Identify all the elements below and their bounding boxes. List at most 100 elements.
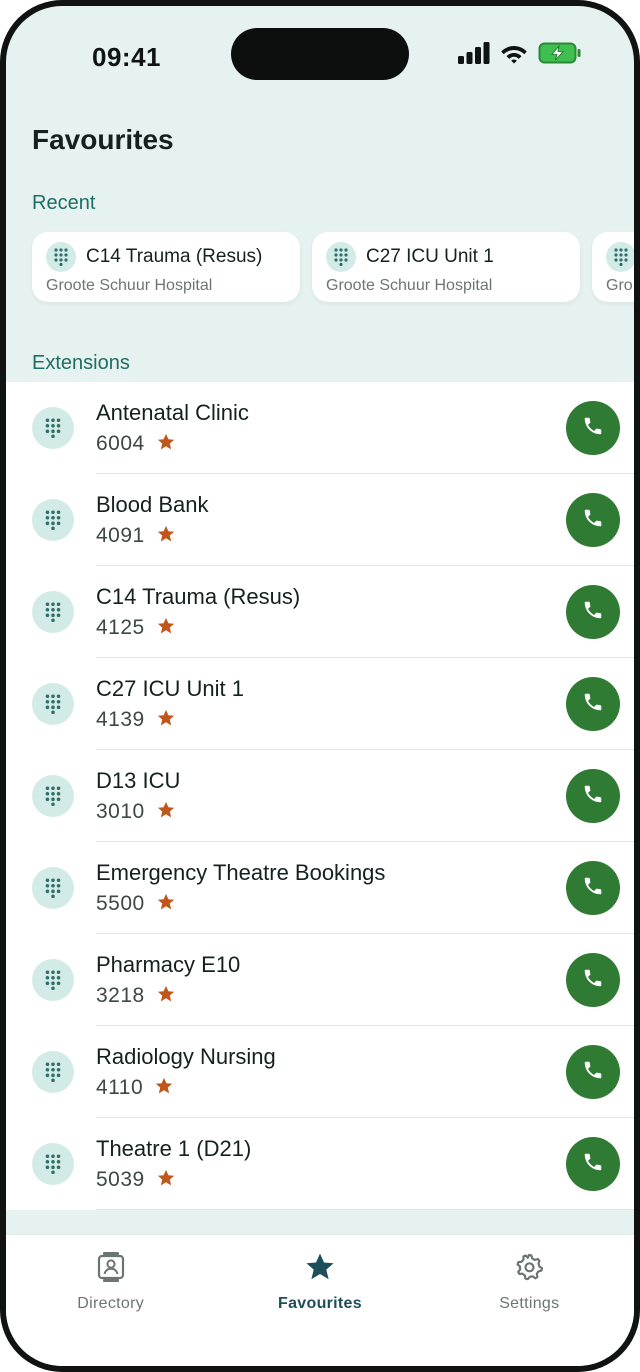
- dialpad-icon: [32, 683, 74, 725]
- phone-icon: [582, 599, 604, 626]
- extension-number-row: 4139: [96, 708, 175, 732]
- call-button[interactable]: [566, 1045, 620, 1099]
- star-icon[interactable]: [157, 525, 175, 548]
- extension-row[interactable]: Antenatal Clinic 6004: [6, 382, 634, 474]
- extension-number: 3010: [96, 800, 145, 823]
- tab-label: Favourites: [278, 1295, 362, 1312]
- call-button[interactable]: [566, 585, 620, 639]
- extension-number-row: 5500: [96, 892, 175, 916]
- extension-number-row: 3218: [96, 984, 175, 1008]
- tab-label: Settings: [499, 1295, 560, 1312]
- recent-chip-name: C14 Trauma (Resus): [86, 246, 263, 267]
- phone-icon: [582, 1151, 604, 1178]
- star-icon[interactable]: [157, 985, 175, 1008]
- star-icon[interactable]: [155, 1077, 173, 1100]
- dialpad-icon: [32, 1143, 74, 1185]
- star-icon: [306, 1253, 334, 1280]
- star-icon[interactable]: [157, 433, 175, 456]
- call-button[interactable]: [566, 493, 620, 547]
- extension-row[interactable]: C27 ICU Unit 1 4139: [6, 658, 634, 750]
- extensions-list: Antenatal Clinic 6004 Blood Bank 4091 C14 Tr…: [6, 382, 634, 1210]
- tab-directory[interactable]: Directory: [6, 1235, 215, 1366]
- gear-icon: [516, 1253, 544, 1281]
- extension-number-row: 6004: [96, 432, 175, 456]
- dialpad-icon: [32, 959, 74, 1001]
- phone-icon: [582, 1059, 604, 1086]
- extension-row[interactable]: Blood Bank 4091: [6, 474, 634, 566]
- extension-name: D13 ICU: [96, 768, 181, 793]
- recent-chip[interactable]: C27 ICU Unit 1 Groote Schuur Hospital: [312, 232, 580, 302]
- call-button[interactable]: [566, 769, 620, 823]
- extension-number: 5039: [96, 1168, 145, 1191]
- extension-name: Emergency Theatre Bookings: [96, 860, 386, 885]
- recent-chip[interactable]: C14 Trauma (Resus) Groote Schuur Hospita…: [32, 232, 300, 302]
- phone-icon: [582, 507, 604, 534]
- recent-chip-hospital: Gro: [606, 277, 633, 294]
- extension-number: 6004: [96, 432, 145, 455]
- extension-number-row: 4091: [96, 524, 175, 548]
- extension-name: C14 Trauma (Resus): [96, 584, 301, 609]
- extension-number: 4091: [96, 524, 145, 547]
- recent-chip[interactable]: Gro: [592, 232, 634, 302]
- dialpad-icon: [32, 499, 74, 541]
- extension-number-row: 5039: [96, 1168, 175, 1192]
- recent-list: C14 Trauma (Resus) Groote Schuur Hospita…: [32, 232, 634, 302]
- extension-row[interactable]: Emergency Theatre Bookings 5500: [6, 842, 634, 934]
- dialpad-icon: [326, 242, 356, 272]
- extension-number: 4139: [96, 708, 145, 731]
- extension-number: 5500: [96, 892, 145, 915]
- status-time: 09:41: [92, 42, 161, 72]
- call-button[interactable]: [566, 677, 620, 731]
- screen: 09:41 Favourites Recent C14 Trauma (Resu…: [6, 6, 634, 1366]
- extension-number: 4110: [96, 1076, 144, 1099]
- contact-card-icon: [97, 1252, 124, 1282]
- call-button[interactable]: [566, 401, 620, 455]
- dynamic-island: [231, 28, 409, 80]
- extension-name: Blood Bank: [96, 492, 209, 517]
- status-icons: [458, 42, 582, 64]
- extension-row[interactable]: D13 ICU 3010: [6, 750, 634, 842]
- battery-icon: [538, 42, 581, 64]
- tab-favourites[interactable]: Favourites: [215, 1235, 424, 1366]
- dialpad-icon: [606, 242, 634, 272]
- dialpad-icon: [32, 1051, 74, 1093]
- star-icon[interactable]: [157, 801, 175, 824]
- call-button[interactable]: [566, 953, 620, 1007]
- dialpad-icon: [32, 775, 74, 817]
- tab-settings[interactable]: Settings: [425, 1235, 634, 1366]
- extension-name: C27 ICU Unit 1: [96, 676, 244, 701]
- signal-icon: [458, 42, 490, 64]
- star-icon[interactable]: [157, 1169, 175, 1192]
- star-icon[interactable]: [157, 893, 175, 916]
- extension-name: Radiology Nursing: [96, 1044, 276, 1069]
- dialpad-icon: [32, 407, 74, 449]
- extension-row[interactable]: C14 Trauma (Resus) 4125: [6, 566, 634, 658]
- star-icon[interactable]: [157, 709, 175, 732]
- extension-number-row: 3010: [96, 800, 175, 824]
- call-button[interactable]: [566, 1137, 620, 1191]
- device-frame: 09:41 Favourites Recent C14 Trauma (Resu…: [0, 0, 640, 1372]
- page-title: Favourites: [32, 124, 174, 155]
- extension-number-row: 4125: [96, 616, 175, 640]
- recent-chip-hospital: Groote Schuur Hospital: [326, 277, 493, 294]
- extension-row[interactable]: Pharmacy E10 3218: [6, 934, 634, 1026]
- dialpad-icon: [46, 242, 76, 272]
- call-button[interactable]: [566, 861, 620, 915]
- extension-name: Theatre 1 (D21): [96, 1136, 252, 1161]
- extension-number: 3218: [96, 984, 145, 1007]
- dialpad-icon: [32, 591, 74, 633]
- dialpad-icon: [32, 867, 74, 909]
- extension-number-row: 4110: [96, 1076, 173, 1100]
- extension-row[interactable]: Radiology Nursing 4110: [6, 1026, 634, 1118]
- extension-name: Pharmacy E10: [96, 952, 241, 977]
- extension-row[interactable]: Theatre 1 (D21) 5039: [6, 1118, 634, 1210]
- recent-label: Recent: [32, 192, 96, 214]
- phone-icon: [582, 875, 604, 902]
- star-icon[interactable]: [157, 617, 175, 640]
- phone-icon: [582, 967, 604, 994]
- tab-bar: Directory Favourites Settings: [6, 1234, 634, 1366]
- phone-icon: [582, 691, 604, 718]
- recent-chip-hospital: Groote Schuur Hospital: [46, 277, 213, 294]
- extension-number: 4125: [96, 616, 145, 639]
- phone-icon: [582, 415, 604, 442]
